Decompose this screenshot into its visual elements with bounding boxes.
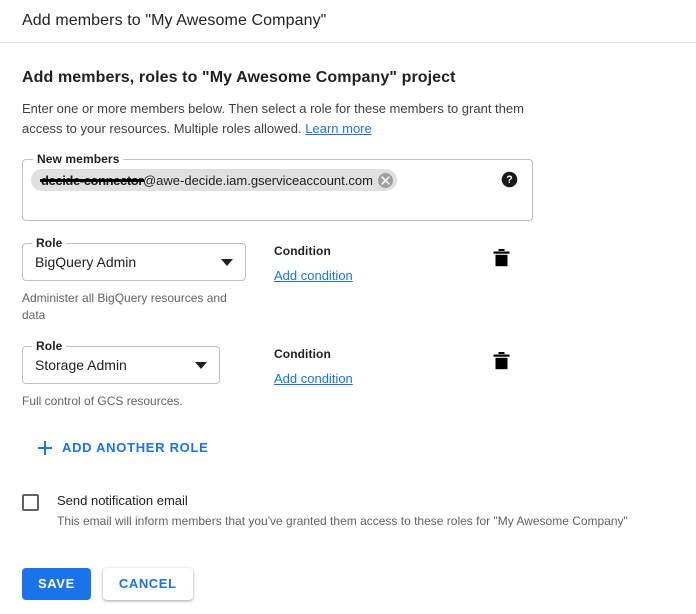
dialog-title-bar: Add members to "My Awesome Company" xyxy=(0,0,696,43)
send-notification-checkbox[interactable] xyxy=(22,493,39,511)
svg-text:?: ? xyxy=(506,174,512,186)
role-description: Administer all BigQuery resources and da… xyxy=(22,291,227,322)
delete-role-button[interactable] xyxy=(489,249,513,273)
add-condition-link[interactable]: Add condition xyxy=(274,371,353,386)
page-title: Add members, roles to "My Awesome Compan… xyxy=(22,69,456,86)
dialog-title: Add members to "My Awesome Company" xyxy=(22,12,327,29)
send-notification-help-text: This email will inform members that you'… xyxy=(57,513,628,528)
add-another-role-label: ADD ANOTHER ROLE xyxy=(62,440,209,455)
trash-icon xyxy=(493,352,510,376)
chevron-down-icon xyxy=(221,258,233,266)
condition-label: Condition xyxy=(274,347,331,361)
role-select[interactable]: Role BigQuery Admin xyxy=(22,236,246,281)
member-chip-domain: @awe-decide.iam.gserviceaccount.com xyxy=(142,172,373,188)
cancel-button[interactable]: CANCEL xyxy=(102,567,193,600)
learn-more-link[interactable]: Learn more xyxy=(305,121,371,136)
role-row: Role Storage Admin Full control of GCS r… xyxy=(22,339,674,410)
dialog-actions: SAVE CANCEL xyxy=(22,567,674,600)
condition-label: Condition xyxy=(274,244,331,258)
member-chip[interactable]: decide-connector@awe-decide.iam.gservice… xyxy=(31,169,397,191)
page-description-text: Enter one or more members below. Then se… xyxy=(22,101,524,136)
role-description: Full control of GCS resources. xyxy=(22,394,183,408)
role-row: Role BigQuery Admin Administer all BigQu… xyxy=(22,236,674,324)
send-notification-label[interactable]: Send notification email xyxy=(57,492,628,509)
role-column: Role Storage Admin Full control of GCS r… xyxy=(22,339,274,410)
save-button[interactable]: SAVE xyxy=(22,567,91,600)
trash-icon xyxy=(493,249,510,273)
new-members-label: New members xyxy=(33,152,124,166)
condition-column: Condition Add condition xyxy=(274,346,489,388)
role-select-label: Role xyxy=(32,236,67,250)
role-select-value: BigQuery Admin xyxy=(35,254,137,270)
chevron-down-icon xyxy=(195,361,207,369)
close-icon[interactable] xyxy=(377,172,393,188)
role-select-label: Role xyxy=(32,339,67,353)
role-select-value: Storage Admin xyxy=(35,357,127,373)
page-description: Enter one or more members below. Then se… xyxy=(22,99,542,139)
new-members-field[interactable]: New members decide-connector@awe-decide.… xyxy=(22,152,533,221)
add-condition-link[interactable]: Add condition xyxy=(274,268,353,283)
send-notification-texts: Send notification email This email will … xyxy=(57,492,628,530)
plus-icon xyxy=(38,440,52,455)
role-column: Role BigQuery Admin Administer all BigQu… xyxy=(22,236,274,324)
member-chip-text: decide-connector@awe-decide.iam.gservice… xyxy=(40,172,373,188)
delete-role-button[interactable] xyxy=(489,352,513,376)
help-circle-icon[interactable]: ? xyxy=(501,171,518,188)
member-chip-redacted: decide-connector xyxy=(40,172,144,188)
dialog-body: Add members, roles to "My Awesome Compan… xyxy=(0,69,696,600)
role-select[interactable]: Role Storage Admin xyxy=(22,339,220,384)
condition-column: Condition Add condition xyxy=(274,243,489,285)
send-notification-block: Send notification email This email will … xyxy=(22,492,674,530)
add-another-role-button[interactable]: ADD ANOTHER ROLE xyxy=(22,440,209,455)
